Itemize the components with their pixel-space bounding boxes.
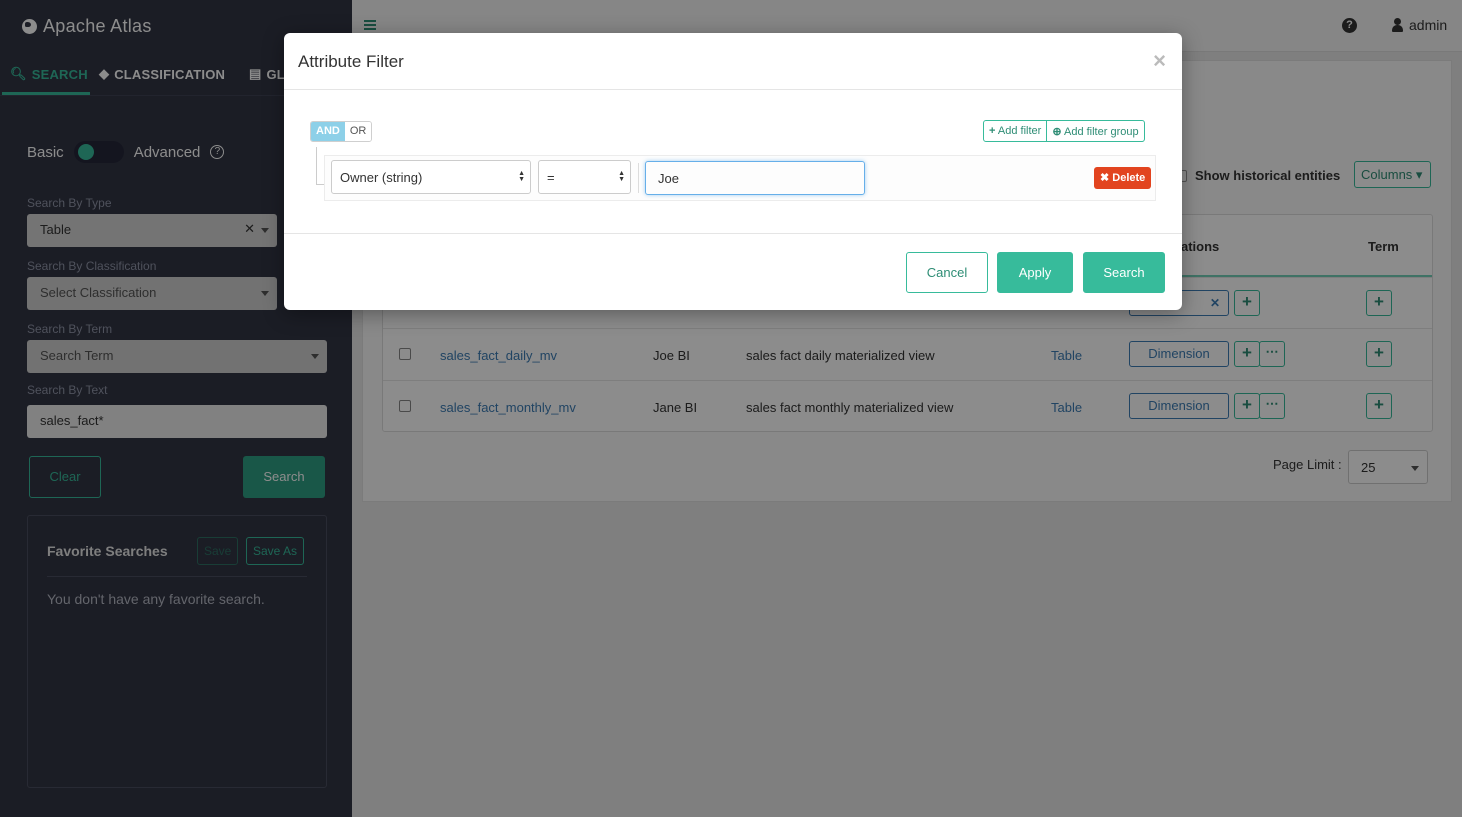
- condition-toggle: AND OR: [310, 121, 373, 142]
- add-filter-group-button[interactable]: ⊕ Add filter group: [1046, 121, 1143, 141]
- add-filter-label: Add filter: [997, 125, 1042, 137]
- close-icon: ✖: [1100, 172, 1110, 184]
- filter-operator-value: =: [547, 170, 555, 185]
- filter-field-select[interactable]: Owner (string) ▲ ▼: [331, 160, 531, 194]
- close-icon[interactable]: ×: [1153, 48, 1166, 74]
- apply-button[interactable]: Apply: [997, 252, 1073, 293]
- delete-label: Delete: [1112, 172, 1146, 184]
- filter-value-input[interactable]: Joe: [645, 161, 865, 195]
- modal-header: Attribute Filter ×: [284, 33, 1182, 90]
- or-button[interactable]: OR: [344, 122, 372, 141]
- updown-icon: ▲ ▼: [518, 170, 525, 183]
- add-filter-group-buttons: + Add filter ⊕ Add filter group: [983, 120, 1145, 142]
- and-button[interactable]: AND: [311, 122, 345, 141]
- attribute-filter-modal: Attribute Filter × AND OR + Add filter ⊕…: [284, 33, 1182, 310]
- modal-footer-divider: [284, 233, 1182, 234]
- plus-icon: +: [989, 125, 996, 137]
- cancel-button[interactable]: Cancel: [906, 252, 988, 293]
- updown-icon: ▲ ▼: [618, 170, 625, 183]
- modal-title: Attribute Filter: [298, 52, 404, 71]
- modal-search-button[interactable]: Search: [1083, 252, 1165, 293]
- filter-value-text: Joe: [658, 171, 679, 186]
- add-filter-button[interactable]: + Add filter: [984, 121, 1046, 141]
- add-filter-group-label: Add filter group: [1063, 126, 1139, 138]
- divider: [638, 163, 639, 193]
- delete-rule-button[interactable]: ✖ Delete: [1094, 167, 1152, 189]
- plus-circle-icon: ⊕: [1052, 126, 1062, 138]
- filter-operator-select[interactable]: = ▲ ▼: [538, 160, 631, 194]
- filter-field-value: Owner (string): [340, 170, 423, 185]
